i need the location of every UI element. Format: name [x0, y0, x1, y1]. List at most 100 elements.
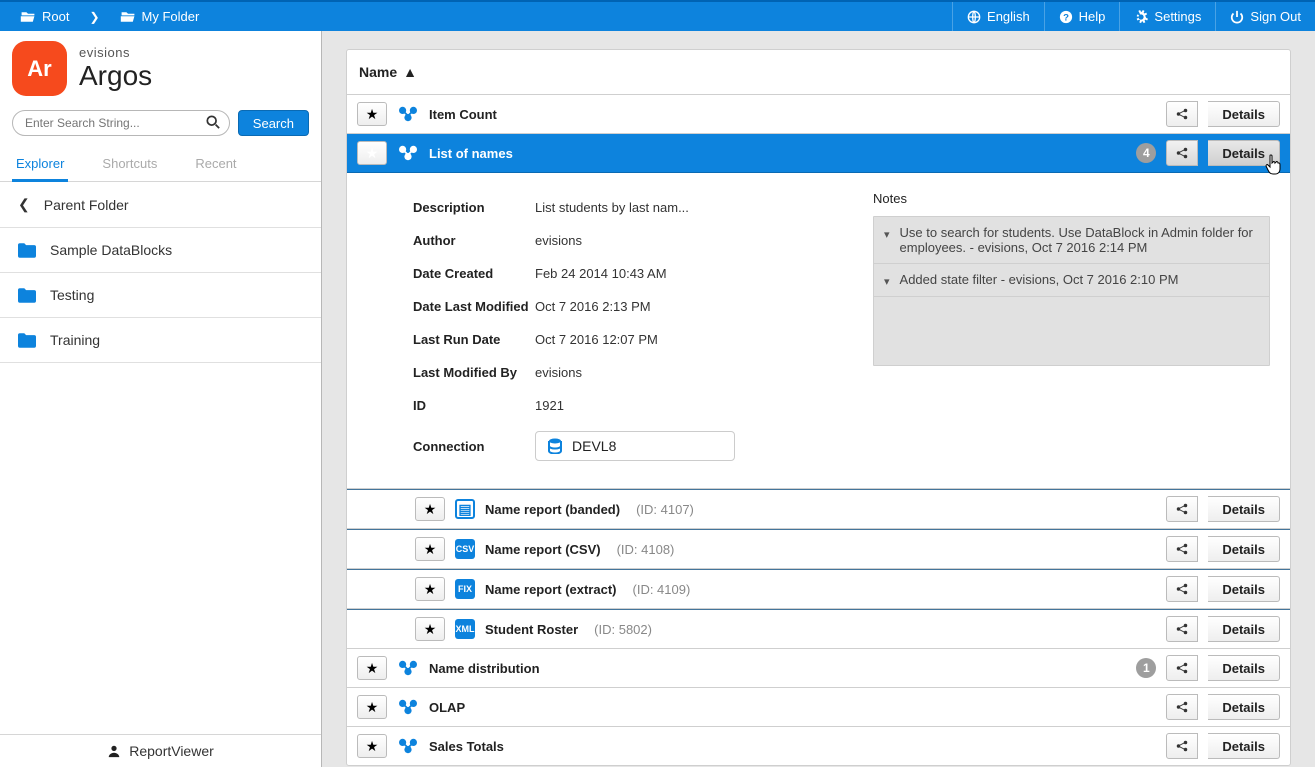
datablock-row-sales-totals[interactable]: ★ Sales Totals Details [347, 727, 1290, 765]
meta-val-id: 1921 [535, 398, 564, 413]
favorite-button[interactable]: ★ [357, 656, 387, 680]
details-button[interactable]: Details [1208, 694, 1280, 720]
tab-explorer[interactable]: Explorer [12, 148, 68, 182]
share-button[interactable] [1166, 140, 1198, 166]
favorite-button[interactable]: ★ [357, 102, 387, 126]
parent-folder[interactable]: ❮ Parent Folder [0, 182, 321, 228]
gear-icon [1134, 10, 1148, 24]
share-button[interactable] [1166, 536, 1198, 562]
row-title: OLAP [429, 700, 465, 715]
breadcrumb-separator-icon: ❯ [79, 10, 109, 24]
details-button[interactable]: Details [1208, 536, 1280, 562]
folder-label: Testing [50, 287, 94, 303]
settings-button[interactable]: Settings [1119, 2, 1215, 31]
meta-val-created: Feb 24 2014 10:43 AM [535, 266, 667, 281]
meta-label-modby: Last Modified By [413, 365, 535, 380]
share-button[interactable] [1166, 496, 1198, 522]
tab-recent[interactable]: Recent [191, 148, 240, 181]
report-fix-icon: FIX [455, 579, 475, 599]
favorite-button[interactable]: ★ [357, 695, 387, 719]
folder-sample-datablocks[interactable]: Sample DataBlocks [0, 228, 321, 273]
details-button[interactable]: Details [1208, 616, 1280, 642]
folder-label: Training [50, 332, 100, 348]
tab-shortcuts[interactable]: Shortcuts [98, 148, 161, 181]
share-button[interactable] [1166, 576, 1198, 602]
report-row-csv[interactable]: ★ CSV Name report (CSV) (ID: 4108) Detai… [347, 529, 1290, 569]
row-title: Name report (banded) [485, 502, 620, 517]
details-button[interactable]: Details [1208, 140, 1280, 166]
brand-small: evisions [79, 45, 152, 60]
notes-box: ▾ Use to search for students. Use DataBl… [873, 216, 1270, 366]
folder-testing[interactable]: Testing [0, 273, 321, 318]
favorite-button[interactable]: ★ [415, 537, 445, 561]
report-row-roster[interactable]: ★ XML Student Roster (ID: 5802) Details [347, 609, 1290, 649]
search-button[interactable]: Search [238, 110, 309, 136]
datablock-row-name-distribution[interactable]: ★ Name distribution 1 Details [347, 649, 1290, 688]
row-id: (ID: 4107) [636, 502, 694, 517]
favorite-button[interactable]: ★ [357, 141, 387, 165]
database-icon [548, 438, 562, 454]
datablock-row-list-of-names[interactable]: ★ List of names 4 Details [347, 134, 1290, 173]
notes-title: Notes [873, 191, 1270, 216]
metadata: DescriptionList students by last nam... … [413, 191, 843, 470]
search-icon[interactable] [206, 115, 220, 129]
meta-val-modified: Oct 7 2016 2:13 PM [535, 299, 651, 314]
datablock-icon [397, 659, 419, 677]
datablock-icon [397, 698, 419, 716]
share-button[interactable] [1166, 616, 1198, 642]
top-bar: Root ❯ My Folder English ? Help Set [0, 0, 1315, 31]
row-id: (ID: 4109) [633, 582, 691, 597]
row-title: List of names [429, 146, 513, 161]
share-button[interactable] [1166, 733, 1198, 759]
details-panel: DescriptionList students by last nam... … [347, 173, 1290, 489]
folder-list: ❮ Parent Folder Sample DataBlocks Testin… [0, 182, 321, 363]
datablock-icon [397, 144, 419, 162]
connection-select[interactable]: DEVL8 [535, 431, 735, 461]
favorite-button[interactable]: ★ [415, 497, 445, 521]
favorite-button[interactable]: ★ [357, 734, 387, 758]
folder-open-icon [20, 10, 36, 24]
help-button[interactable]: ? Help [1044, 2, 1120, 31]
signout-button[interactable]: Sign Out [1215, 2, 1315, 31]
parent-folder-label: Parent Folder [44, 197, 129, 213]
details-button[interactable]: Details [1208, 655, 1280, 681]
chevron-down-icon: ▾ [884, 272, 890, 288]
settings-label: Settings [1154, 9, 1201, 24]
language-label: English [987, 9, 1030, 24]
details-button[interactable]: Details [1208, 576, 1280, 602]
favorite-button[interactable]: ★ [415, 577, 445, 601]
note-item[interactable]: ▾ Use to search for students. Use DataBl… [874, 217, 1269, 264]
brand-badge: Ar [12, 41, 67, 96]
details-button[interactable]: Details [1208, 733, 1280, 759]
details-button[interactable]: Details [1208, 101, 1280, 127]
meta-val-modby: evisions [535, 365, 582, 380]
report-row-extract[interactable]: ★ FIX Name report (extract) (ID: 4109) D… [347, 569, 1290, 609]
notes-section: Notes ▾ Use to search for students. Use … [873, 191, 1270, 470]
breadcrumb-current[interactable]: My Folder [110, 9, 210, 24]
current-user: ReportViewer [129, 743, 214, 759]
folder-training[interactable]: Training [0, 318, 321, 363]
row-title: Name report (extract) [485, 582, 617, 597]
breadcrumb: Root ❯ My Folder [0, 9, 209, 24]
share-button[interactable] [1166, 655, 1198, 681]
help-label: Help [1079, 9, 1106, 24]
note-text: Added state filter - evisions, Oct 7 201… [900, 272, 1179, 287]
sidebar: Ar evisions Argos Search Explorer Shortc… [0, 31, 322, 767]
report-row-banded[interactable]: ★ ▤ Name report (banded) (ID: 4107) Deta… [347, 489, 1290, 529]
search-input[interactable] [12, 110, 230, 136]
datablock-icon [397, 737, 419, 755]
note-item[interactable]: ▾ Added state filter - evisions, Oct 7 2… [874, 264, 1269, 297]
share-button[interactable] [1166, 101, 1198, 127]
share-button[interactable] [1166, 694, 1198, 720]
meta-label-connection: Connection [413, 439, 535, 454]
list-sort-header[interactable]: Name ▲ [347, 50, 1290, 95]
datablock-row-item-count[interactable]: ★ Item Count Details [347, 95, 1290, 134]
datablock-row-olap[interactable]: ★ OLAP Details [347, 688, 1290, 727]
datablock-icon [397, 105, 419, 123]
topbar-actions: English ? Help Settings Sign Out [952, 2, 1315, 31]
row-title: Student Roster [485, 622, 578, 637]
breadcrumb-root[interactable]: Root [10, 9, 79, 24]
language-button[interactable]: English [952, 2, 1044, 31]
favorite-button[interactable]: ★ [415, 617, 445, 641]
details-button[interactable]: Details [1208, 496, 1280, 522]
